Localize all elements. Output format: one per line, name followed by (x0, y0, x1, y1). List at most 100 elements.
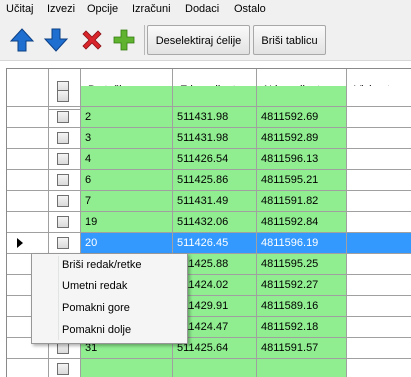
row-checkbox[interactable] (57, 132, 69, 144)
row-header[interactable] (7, 128, 49, 149)
row-checkbox[interactable] (57, 195, 69, 207)
cell-n[interactable]: 4811592.27 (257, 275, 347, 296)
table-row[interactable]: 7 511431.49 4811591.82 (7, 191, 411, 212)
checkbox-cell (49, 233, 81, 254)
cell-n[interactable]: 4811591.57 (257, 338, 347, 359)
row-header[interactable] (7, 170, 49, 191)
row-checkbox[interactable] (57, 237, 69, 249)
cell-id[interactable]: 3 (81, 128, 173, 149)
cell-e[interactable] (173, 86, 257, 107)
cell-e[interactable] (173, 359, 257, 377)
checkbox-cell (49, 107, 81, 128)
cell-h[interactable] (347, 212, 411, 233)
ctx-delete-rows[interactable]: Briši redak/retke (62, 259, 141, 271)
cell-h[interactable] (347, 149, 411, 170)
arrow-down-icon[interactable] (42, 26, 70, 54)
cell-n[interactable]: 4811596.13 (257, 149, 347, 170)
cell-n[interactable] (257, 359, 347, 377)
cell-e[interactable]: 511431.98 (173, 107, 257, 128)
delete-x-icon[interactable] (78, 26, 106, 54)
menu-izracuni[interactable]: Izračuni (132, 3, 171, 15)
table-row[interactable] (7, 359, 411, 377)
cell-n[interactable]: 4811595.21 (257, 170, 347, 191)
table-row[interactable]: 19 511432.06 4811592.84 (7, 212, 411, 233)
deselect-cells-button[interactable]: Deselektiraj ćelije (147, 25, 250, 55)
cell-n[interactable]: 4811592.69 (257, 107, 347, 128)
row-header[interactable] (7, 86, 49, 107)
menu-izvezi[interactable]: Izvezi (47, 3, 75, 15)
cell-id[interactable]: 7 (81, 191, 173, 212)
cell-id[interactable] (81, 359, 173, 377)
cell-e[interactable]: 511426.54 (173, 149, 257, 170)
cell-e[interactable]: 511431.98 (173, 128, 257, 149)
table-row[interactable]: 6 511425.86 4811595.21 (7, 170, 411, 191)
cell-n[interactable]: 4811596.19 (257, 233, 347, 254)
table-row[interactable]: 20 511426.45 4811596.19 (7, 233, 411, 254)
cell-h[interactable] (347, 296, 411, 317)
cell-n[interactable]: 4811591.82 (257, 191, 347, 212)
row-checkbox[interactable] (57, 111, 69, 123)
clear-table-button[interactable]: Briši tablicu (253, 25, 326, 55)
cell-n[interactable]: 4811589.16 (257, 296, 347, 317)
cell-h[interactable] (347, 317, 411, 338)
cell-h[interactable] (347, 254, 411, 275)
menu-bar: Učitaj Izvezi Opcije Izračuni Dodaci Ost… (0, 0, 411, 20)
current-row-arrow-icon (17, 238, 23, 248)
cell-id[interactable]: 4 (81, 149, 173, 170)
checkbox-cell (49, 170, 81, 191)
ctx-insert-row[interactable]: Umetni redak (62, 280, 127, 292)
cell-e[interactable]: 511426.45 (173, 233, 257, 254)
row-checkbox[interactable] (57, 216, 69, 228)
toolbar: Deselektiraj ćelije Briši tablicu (0, 20, 411, 61)
cell-h[interactable] (347, 359, 411, 377)
cell-h[interactable] (347, 338, 411, 359)
cell-n[interactable]: 4811595.25 (257, 254, 347, 275)
cell-h[interactable] (347, 128, 411, 149)
cell-id[interactable]: 6 (81, 170, 173, 191)
menu-opcije[interactable]: Opcije (87, 3, 118, 15)
toolbar-separator (144, 25, 145, 55)
checkbox-cell (49, 212, 81, 233)
table-row[interactable]: 3 511431.98 4811592.89 (7, 128, 411, 149)
cell-h[interactable] (347, 170, 411, 191)
cell-e[interactable]: 511425.86 (173, 170, 257, 191)
row-checkbox[interactable] (57, 153, 69, 165)
table-row[interactable]: 4 511426.54 4811596.13 (7, 149, 411, 170)
checkbox-cell (49, 191, 81, 212)
cell-n[interactable]: 4811592.18 (257, 317, 347, 338)
cell-h[interactable] (347, 275, 411, 296)
cell-id[interactable]: 19 (81, 212, 173, 233)
ctx-move-down[interactable]: Pomakni dolje (62, 324, 131, 336)
cell-id[interactable] (81, 86, 173, 107)
cell-h[interactable] (347, 233, 411, 254)
menu-ostalo[interactable]: Ostalo (234, 3, 266, 15)
arrow-up-icon[interactable] (8, 26, 36, 54)
table-row[interactable]: 2 511431.98 4811592.69 (7, 107, 411, 128)
row-header[interactable] (7, 359, 49, 377)
row-header[interactable] (7, 149, 49, 170)
cell-n[interactable] (257, 86, 347, 107)
cell-n[interactable]: 4811592.84 (257, 212, 347, 233)
row-header[interactable] (7, 212, 49, 233)
row-header[interactable] (7, 233, 49, 254)
row-header[interactable] (7, 191, 49, 212)
cell-h[interactable] (347, 191, 411, 212)
checkbox-cell (49, 86, 81, 107)
row-checkbox[interactable] (57, 90, 69, 102)
add-plus-icon[interactable] (110, 26, 138, 54)
cell-id[interactable]: 2 (81, 107, 173, 128)
menu-ucitaj[interactable]: Učitaj (6, 3, 34, 15)
row-header[interactable] (7, 107, 49, 128)
cell-h[interactable] (347, 86, 411, 107)
cell-e[interactable]: 511431.49 (173, 191, 257, 212)
cell-n[interactable]: 4811592.89 (257, 128, 347, 149)
cell-e[interactable]: 511432.06 (173, 212, 257, 233)
row-checkbox[interactable] (57, 363, 69, 375)
row-checkbox[interactable] (57, 174, 69, 186)
cell-h[interactable] (347, 107, 411, 128)
menu-dodaci[interactable]: Dodaci (185, 3, 219, 15)
cell-id[interactable]: 20 (81, 233, 173, 254)
ctx-move-up[interactable]: Pomakni gore (62, 302, 130, 314)
table-row[interactable] (7, 86, 411, 107)
checkbox-cell (49, 128, 81, 149)
